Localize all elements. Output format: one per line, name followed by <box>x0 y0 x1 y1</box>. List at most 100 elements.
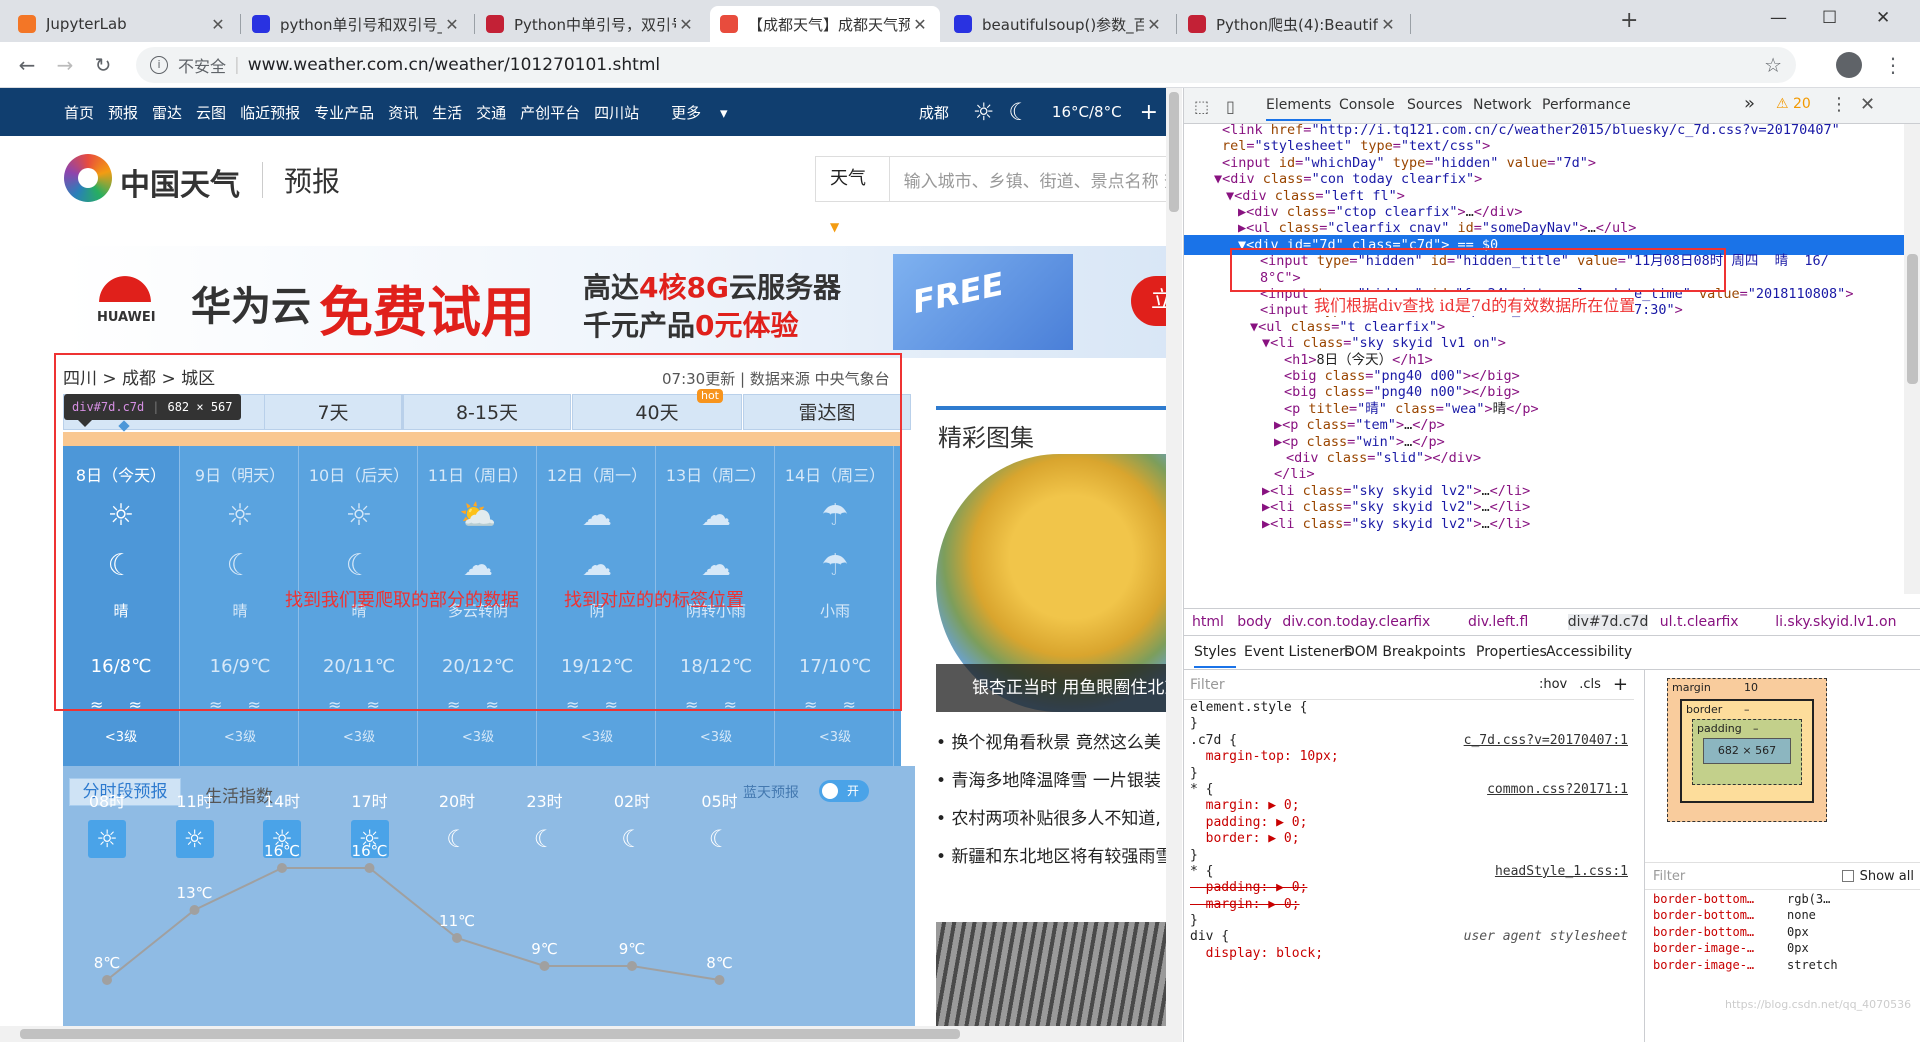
page-scrollbar[interactable] <box>1166 88 1182 1042</box>
hov-button[interactable]: :hov <box>1539 677 1567 692</box>
styles-tab[interactable]: Event Listeners <box>1244 644 1352 660</box>
address-bar[interactable]: i 不安全 | www.weather.com.cn/weather/10127… <box>136 47 1796 83</box>
browser-tab[interactable]: JupyterLab ✕ <box>8 6 238 42</box>
style-rule-line[interactable]: margin: ▶ 0; <box>1184 798 1634 814</box>
dom-breadcrumb-item[interactable]: div.con.today.clearfix <box>1282 614 1430 630</box>
style-rule-line[interactable]: border: ▶ 0; <box>1184 831 1634 847</box>
tab-close-icon[interactable]: ✕ <box>1144 15 1164 34</box>
url-text[interactable]: www.weather.com.cn/weather/101270101.sht… <box>248 55 660 75</box>
styles-filter-input[interactable]: Filter <box>1190 677 1539 693</box>
site-nav-item[interactable]: 专业产品 <box>314 102 374 123</box>
news-item[interactable]: • 换个视角看秋景 竟然这么美 <box>936 728 1182 766</box>
devtools-tab-elements[interactable]: Elements <box>1266 97 1332 121</box>
ad-banner[interactable]: HUAWEI 华为云 免费试用 高达4核8G云服务器 千元产品0元体验 FREE… <box>63 246 1182 358</box>
style-rule-line[interactable]: display: block; <box>1184 946 1634 962</box>
profile-avatar-icon[interactable] <box>1836 52 1862 78</box>
styles-tab[interactable]: DOM Breakpoints <box>1344 644 1466 660</box>
bookmark-star-icon[interactable]: ☆ <box>1764 53 1782 77</box>
cls-button[interactable]: .cls <box>1579 677 1601 692</box>
style-rule-line[interactable]: } <box>1184 848 1634 864</box>
tab-close-icon[interactable]: ✕ <box>676 15 696 34</box>
browser-tab[interactable]: Python爬虫(4):Beautiful So✕ <box>1178 6 1408 42</box>
news-item[interactable]: • 农村两项补贴很多人不知道, <box>936 804 1182 842</box>
dom-scrollbar[interactable] <box>1904 124 1920 594</box>
dom-breadcrumb-item[interactable]: div.left.fl <box>1468 614 1528 630</box>
devtools-menu-icon[interactable]: ⋮ <box>1830 94 1848 115</box>
site-nav-item[interactable]: 首页 <box>64 102 94 123</box>
news-image[interactable] <box>936 922 1182 1042</box>
tab-close-icon[interactable]: ✕ <box>910 15 930 34</box>
add-city-icon[interactable]: + <box>1140 100 1158 125</box>
devtools-tab-sources[interactable]: Sources <box>1407 97 1462 113</box>
site-nav-item[interactable]: 临近预报 <box>240 102 300 123</box>
show-all-checkbox[interactable] <box>1841 870 1854 882</box>
dom-node[interactable]: ▶<li class="sky skyid lv2">…</li> <box>1262 514 1530 534</box>
style-rule-line[interactable]: * {common.css?20171:1 <box>1184 782 1634 798</box>
maximize-icon[interactable]: ☐ <box>1822 8 1837 28</box>
minimize-icon[interactable]: — <box>1770 8 1787 28</box>
computed-property[interactable]: border-bottom… rgb(3… <box>1645 892 1920 908</box>
devtools-tab-performance[interactable]: Performance <box>1542 97 1631 113</box>
search-type-select[interactable]: 天气 ▼ <box>816 156 890 234</box>
site-nav-item[interactable]: 雷达 <box>152 102 182 123</box>
styles-tab[interactable]: Accessibility <box>1546 644 1632 660</box>
style-rule-line[interactable]: div {user agent stylesheet <box>1184 929 1634 945</box>
dom-node[interactable]: <div class="slid"></div> <box>1286 448 1481 468</box>
search-input[interactable]: 输入城市、乡镇、街道、景点名称 查 <box>890 167 1181 192</box>
style-rule-line[interactable]: .c7d {c_7d.css?v=20170407:1 <box>1184 733 1634 749</box>
browser-tab[interactable]: beautifulsoup()参数_百度搜✕ <box>944 6 1174 42</box>
devtools-warnings[interactable]: ⚠ 20 <box>1776 96 1811 112</box>
style-rule-line[interactable]: } <box>1184 766 1634 782</box>
computed-property[interactable]: border-bottom… none <box>1645 908 1920 924</box>
browser-tab[interactable]: Python中单引号，双引号，3✕ <box>476 6 706 42</box>
dom-breadcrumb-item[interactable]: div#7d.c7d <box>1567 614 1649 630</box>
site-nav-item[interactable]: 云图 <box>196 102 226 123</box>
style-rule-line[interactable]: margin: ▶ 0; <box>1184 897 1634 913</box>
styles-tab[interactable]: Styles <box>1194 644 1237 668</box>
style-rule-line[interactable]: padding: ▶ 0; <box>1184 880 1634 896</box>
site-nav-item[interactable]: 产创平台 <box>520 102 580 123</box>
forward-icon[interactable]: → <box>52 52 78 78</box>
style-rule-line[interactable]: } <box>1184 716 1634 732</box>
computed-filter-input[interactable]: Filter <box>1653 869 1842 884</box>
style-rule-line[interactable]: element.style { <box>1184 700 1634 716</box>
page-hscrollbar[interactable] <box>0 1026 1166 1042</box>
menu-kebab-icon[interactable]: ⋮ <box>1880 52 1906 78</box>
devtools-tab-network[interactable]: Network <box>1473 97 1531 113</box>
dom-breadcrumb-item[interactable]: ul.t.clearfix <box>1660 614 1739 630</box>
style-rule-line[interactable]: padding: ▶ 0; <box>1184 815 1634 831</box>
reload-icon[interactable]: ↻ <box>90 52 116 78</box>
info-icon[interactable]: i <box>150 56 168 74</box>
device-toolbar-icon[interactable]: ▯ <box>1226 97 1235 116</box>
style-rule-line[interactable]: * {headStyle_1.css:1 <box>1184 864 1634 880</box>
add-rule-icon[interactable]: + <box>1613 674 1628 695</box>
dom-breadcrumb-item[interactable]: html <box>1192 614 1224 630</box>
devtools-tab-console[interactable]: Console <box>1339 97 1395 113</box>
devtools-more-tabs[interactable]: » <box>1744 93 1755 114</box>
devtools-close-icon[interactable]: ✕ <box>1860 94 1875 115</box>
site-nav-item[interactable]: 交通 <box>476 102 506 123</box>
tab-close-icon[interactable]: ✕ <box>208 15 228 34</box>
back-icon[interactable]: ← <box>14 52 40 78</box>
site-nav-item[interactable]: 资讯 <box>388 102 418 123</box>
computed-property[interactable]: border-image-… 0px <box>1645 941 1920 957</box>
styles-tab[interactable]: Properties <box>1476 644 1547 660</box>
site-nav-item[interactable]: 生活 <box>432 102 462 123</box>
style-rule-line[interactable]: margin-top: 10px; <box>1184 749 1634 765</box>
tab-close-icon[interactable]: ✕ <box>442 15 462 34</box>
news-item[interactable]: • 青海多地降温降雪 一片银装 <box>936 766 1182 804</box>
new-tab-icon[interactable]: + <box>1620 8 1638 33</box>
inspect-element-icon[interactable]: ⬚ <box>1194 97 1209 116</box>
dom-breadcrumb-item[interactable]: li.sky.skyid.lv1.on <box>1775 614 1896 630</box>
site-nav-more[interactable]: 更多 ▾ <box>671 102 741 123</box>
site-nav-item[interactable]: 四川站 <box>594 102 639 123</box>
tab-close-icon[interactable]: ✕ <box>1378 15 1398 34</box>
dom-breadcrumb-item[interactable]: body <box>1237 614 1272 630</box>
gallery-caption[interactable]: 银杏正当时 用鱼眼圈住北京 <box>936 664 1182 712</box>
computed-property[interactable]: border-image-… stretch <box>1645 958 1920 974</box>
nav-city[interactable]: 成都 <box>919 102 949 123</box>
city-search[interactable]: 天气 ▼ 输入城市、乡镇、街道、景点名称 查 <box>815 156 1182 234</box>
browser-tab[interactable]: 【成都天气】成都天气预报,蓝✕ <box>710 6 940 42</box>
window-close-icon[interactable]: ✕ <box>1876 8 1890 28</box>
computed-property[interactable]: border-bottom… 0px <box>1645 925 1920 941</box>
